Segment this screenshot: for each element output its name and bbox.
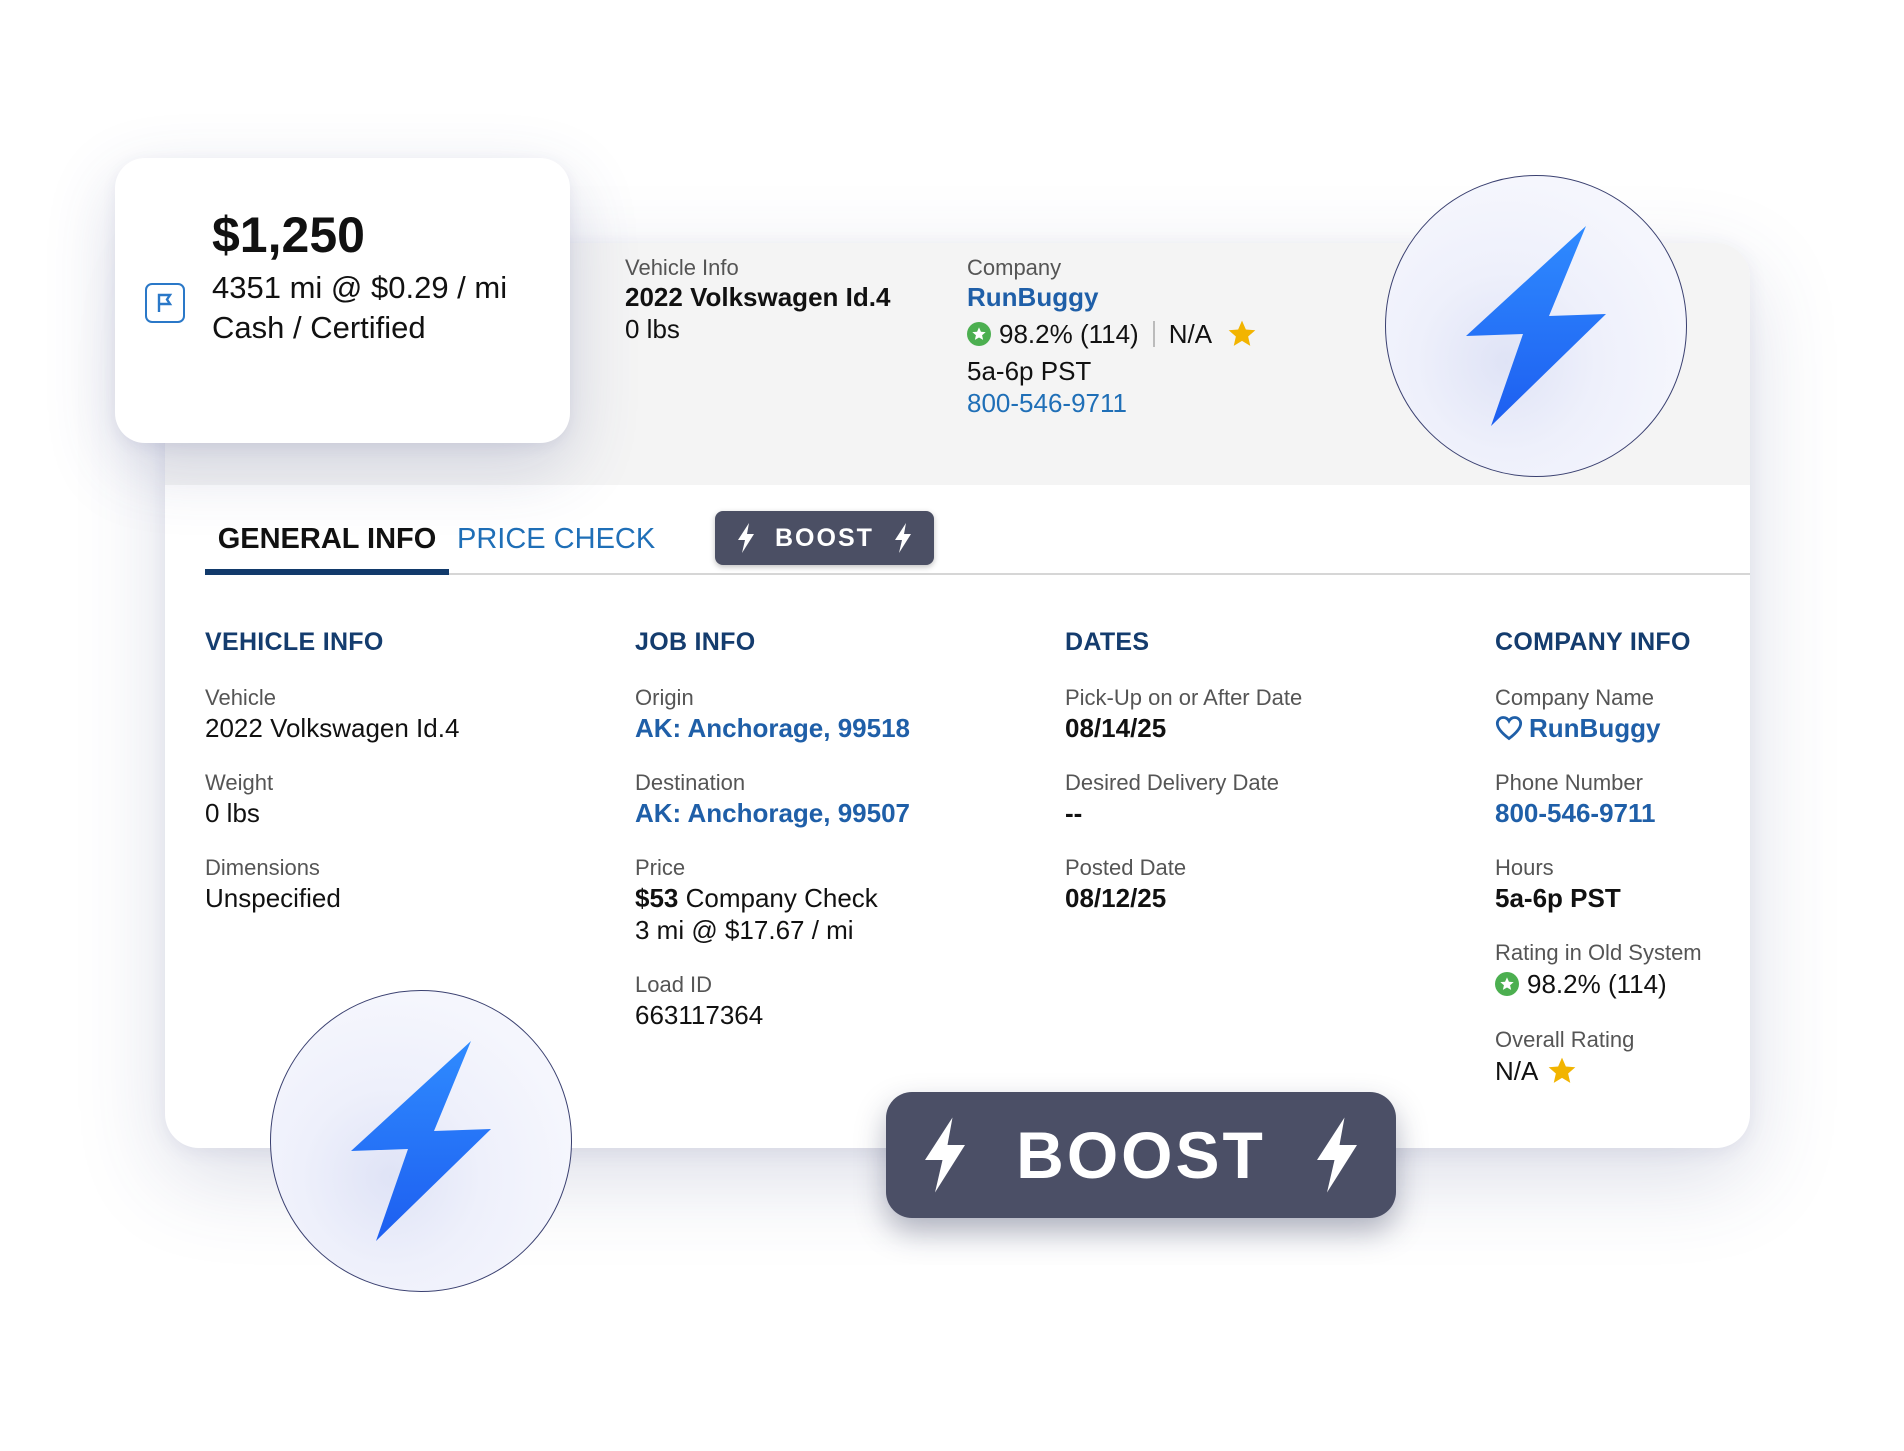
field-vehicle: Vehicle 2022 Volkswagen Id.4 bbox=[205, 685, 585, 744]
star-badge-icon bbox=[967, 322, 991, 346]
field-label: Dimensions bbox=[205, 855, 320, 880]
price-distance-rate: 4351 mi @ $0.29 / mi bbox=[212, 270, 508, 305]
section-title-vehicle: VEHICLE INFO bbox=[205, 628, 384, 656]
field-old-rating: Rating in Old System 98.2% (114) bbox=[1495, 940, 1735, 1001]
field-dimensions: Dimensions Unspecified bbox=[205, 855, 585, 914]
field-label: Company Name bbox=[1495, 685, 1654, 710]
summary-vehicle: Vehicle Info 2022 Volkswagen Id.4 0 lbs bbox=[625, 255, 890, 345]
tab-price-check[interactable]: PRICE CHECK bbox=[457, 505, 655, 573]
summary-vehicle-label: Vehicle Info bbox=[625, 255, 739, 280]
boost-button[interactable]: BOOST bbox=[886, 1092, 1396, 1218]
heart-icon[interactable] bbox=[1495, 715, 1523, 741]
field-value: 5a-6p PST bbox=[1495, 883, 1621, 913]
summary-company: Company RunBuggy 98.2% (114) N/A 5a-6p P… bbox=[967, 255, 1258, 419]
field-value: 08/14/25 bbox=[1065, 713, 1167, 743]
field-label: Overall Rating bbox=[1495, 1027, 1635, 1052]
company-info-section: COMPANY INFO Company Name RunBuggy Phone… bbox=[1495, 628, 1735, 1114]
field-label: Phone Number bbox=[1495, 770, 1643, 795]
divider bbox=[1152, 321, 1155, 347]
field-label: Weight bbox=[205, 770, 274, 795]
summary-company-link[interactable]: RunBuggy bbox=[967, 281, 1258, 313]
field-value: 2022 Volkswagen Id.4 bbox=[205, 713, 460, 743]
summary-hours: 5a-6p PST bbox=[967, 356, 1092, 386]
summary-phone-link[interactable]: 800-546-9711 bbox=[967, 387, 1258, 419]
field-value: 663117364 bbox=[635, 1000, 764, 1030]
price-amount: $1,250 bbox=[212, 207, 365, 263]
detail-tabs: GENERAL INFO PRICE CHECK BOOST bbox=[205, 505, 1750, 575]
company-name-link[interactable]: RunBuggy bbox=[1529, 712, 1660, 744]
field-label: Price bbox=[635, 855, 686, 880]
field-label: Origin bbox=[635, 685, 694, 710]
star-icon bbox=[1549, 1057, 1576, 1083]
summary-rating-value: 98.2% (114) bbox=[999, 319, 1139, 349]
field-origin: Origin AK: Anchorage, 99518 bbox=[635, 685, 1015, 744]
field-destination: Destination AK: Anchorage, 99507 bbox=[635, 770, 1015, 829]
old-rating-value: 98.2% (114) bbox=[1527, 969, 1667, 999]
flag-icon[interactable] bbox=[145, 283, 185, 323]
field-value: Unspecified bbox=[205, 883, 341, 913]
tab-boost[interactable]: BOOST bbox=[715, 511, 934, 565]
field-label: Load ID bbox=[635, 972, 713, 997]
field-value: -- bbox=[1065, 798, 1083, 828]
dates-section: DATES Pick-Up on or After Date 08/14/25 … bbox=[1065, 628, 1445, 940]
vehicle-info-section: VEHICLE INFO Vehicle 2022 Volkswagen Id.… bbox=[205, 628, 585, 940]
field-label: Destination bbox=[635, 770, 746, 795]
star-icon bbox=[1228, 320, 1256, 346]
old-rating-row: 98.2% (114) bbox=[1495, 967, 1735, 1001]
field-delivery-date: Desired Delivery Date -- bbox=[1065, 770, 1445, 829]
price-note: Company Check bbox=[678, 883, 878, 913]
field-label: Pick-Up on or After Date bbox=[1065, 685, 1303, 710]
tab-general-info[interactable]: GENERAL INFO bbox=[205, 505, 449, 575]
destination-link[interactable]: AK: Anchorage, 99507 bbox=[635, 797, 1015, 829]
price-payment: Cash / Certified bbox=[212, 310, 426, 345]
field-load-id: Load ID 663117364 bbox=[635, 972, 1015, 1031]
lightning-bolt-icon bbox=[925, 1117, 966, 1193]
company-name-row: RunBuggy bbox=[1495, 712, 1735, 744]
field-price: Price $53 Company Check 3 mi @ $17.67 / … bbox=[635, 855, 1015, 946]
price-amount: $53 bbox=[635, 883, 679, 913]
field-label: Rating in Old System bbox=[1495, 940, 1702, 965]
tab-boost-label: BOOST bbox=[775, 523, 874, 552]
field-phone: Phone Number 800-546-9711 bbox=[1495, 770, 1735, 829]
section-title-job: JOB INFO bbox=[635, 628, 756, 656]
lightning-bolt-icon bbox=[1316, 1117, 1357, 1193]
price-card: $1,250 4351 mi @ $0.29 / mi Cash / Certi… bbox=[115, 158, 570, 443]
price-rate: 3 mi @ $17.67 / mi bbox=[635, 915, 854, 945]
summary-overall-value: N/A bbox=[1168, 319, 1213, 349]
section-title-dates: DATES bbox=[1065, 628, 1150, 656]
overall-rating-row: N/A bbox=[1495, 1054, 1735, 1088]
field-label: Vehicle bbox=[205, 685, 276, 710]
summary-vehicle-weight: 0 lbs bbox=[625, 314, 680, 344]
lightning-bolt-icon bbox=[738, 523, 754, 553]
summary-company-label: Company bbox=[967, 255, 1062, 280]
field-label: Hours bbox=[1495, 855, 1554, 880]
boost-button-label: BOOST bbox=[1016, 1118, 1266, 1192]
price-value: $53 Company Check bbox=[635, 882, 1015, 914]
origin-link[interactable]: AK: Anchorage, 99518 bbox=[635, 712, 1015, 744]
field-value: 0 lbs bbox=[205, 798, 260, 828]
field-overall-rating: Overall Rating N/A bbox=[1495, 1027, 1735, 1088]
lightning-bolt-icon bbox=[894, 523, 911, 553]
field-posted-date: Posted Date 08/12/25 bbox=[1065, 855, 1445, 914]
field-weight: Weight 0 lbs bbox=[205, 770, 585, 829]
lightning-bolt-icon bbox=[351, 1041, 491, 1241]
field-label: Posted Date bbox=[1065, 855, 1187, 880]
field-value: 08/12/25 bbox=[1065, 883, 1167, 913]
field-pickup-date: Pick-Up on or After Date 08/14/25 bbox=[1065, 685, 1445, 744]
section-title-company: COMPANY INFO bbox=[1495, 628, 1691, 656]
job-info-section: JOB INFO Origin AK: Anchorage, 99518 Des… bbox=[635, 628, 1015, 1057]
star-badge-icon bbox=[1495, 972, 1519, 996]
field-label: Desired Delivery Date bbox=[1065, 770, 1279, 795]
overall-rating-value: N/A bbox=[1495, 1056, 1539, 1086]
summary-rating: 98.2% (114) N/A bbox=[967, 317, 1258, 351]
field-company-name: Company Name RunBuggy bbox=[1495, 685, 1735, 744]
lightning-bolt-icon bbox=[1466, 226, 1606, 426]
field-hours: Hours 5a-6p PST bbox=[1495, 855, 1735, 914]
summary-vehicle-name: 2022 Volkswagen Id.4 bbox=[625, 282, 891, 312]
bolt-badge-bottom bbox=[270, 990, 572, 1292]
phone-link[interactable]: 800-546-9711 bbox=[1495, 797, 1735, 829]
bolt-badge-top bbox=[1385, 175, 1687, 477]
